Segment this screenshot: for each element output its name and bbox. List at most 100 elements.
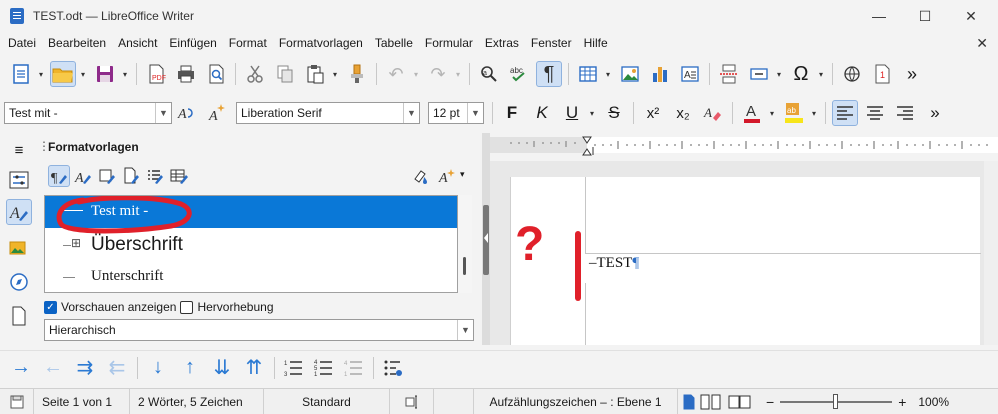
subscript-button[interactable]: x₂ [670,100,696,126]
style-filter-select[interactable]: Hierarchisch ▼ [44,319,474,341]
gallery-icon[interactable] [6,235,32,261]
menu-tabelle[interactable]: Tabelle [369,36,419,50]
spelling-icon[interactable]: abc [506,61,532,87]
table-dropdown-icon[interactable]: ▾ [603,61,613,87]
styles-list[interactable]: Test mit - ⊞ Überschrift Unterschrift [44,195,458,293]
new-dropdown-icon[interactable]: ▾ [36,61,46,87]
language-icon[interactable] [390,388,434,414]
list-item[interactable]: ⊞ Überschrift [45,230,457,262]
styles-deck-icon[interactable]: A [6,199,32,225]
sidebar-menu-icon[interactable]: ≡ [6,137,32,163]
chevron-down-icon[interactable]: ▼ [467,103,483,123]
collapse-handle[interactable] [483,205,489,275]
formatting-marks-icon[interactable]: ¶ [536,61,562,87]
special-character-icon[interactable]: Ω [788,61,814,87]
menu-einfuegen[interactable]: Einfügen [163,36,222,50]
zoom-in-button[interactable]: + [898,394,906,410]
save-dropdown-icon[interactable]: ▾ [120,61,130,87]
clone-formatting-icon[interactable] [344,61,370,87]
page-number[interactable]: Seite 1 von 1 [34,388,130,414]
word-count[interactable]: 2 Wörter, 5 Zeichen [130,388,264,414]
style-actions-dropdown-icon[interactable]: ▾ [460,169,465,180]
list-item[interactable]: Unterschrift [45,264,457,292]
underline-button[interactable]: U [559,100,585,126]
insert-image-icon[interactable] [617,61,643,87]
menu-formular[interactable]: Formular [419,36,479,50]
sidebar-splitter[interactable] [482,133,490,345]
navigator-icon[interactable] [6,269,32,295]
strikethrough-button[interactable]: S [601,100,627,126]
styles-list-scrollbar[interactable] [458,195,472,293]
highlight-dropdown-icon[interactable]: ▾ [809,100,819,126]
new-style-icon[interactable]: A [204,100,230,126]
list-styles-icon[interactable] [144,165,166,187]
scrollbar-thumb[interactable] [463,257,466,275]
paste-icon[interactable] [302,61,328,87]
chevron-down-icon[interactable]: ▼ [457,320,473,340]
menu-hilfe[interactable]: Hilfe [578,36,614,50]
highlight-color-icon[interactable]: ab [781,100,807,126]
save-icon[interactable] [92,61,118,87]
insert-unnumbered-entry-icon[interactable]: 13 [281,355,307,381]
multi-page-view-icon[interactable] [700,394,724,410]
close-window-button[interactable]: ✕ [948,0,994,32]
menu-datei[interactable]: Datei [0,36,42,50]
restart-numbering-icon[interactable]: 41 [341,355,367,381]
demote-arrow-icon[interactable]: → [8,355,34,381]
clear-formatting-icon[interactable]: A [700,100,726,126]
document-text-line[interactable]: –TEST¶ [589,255,639,272]
preview-checkbox[interactable]: ✓ [44,300,57,314]
underline-dropdown-icon[interactable]: ▾ [587,100,597,126]
chevron-down-icon[interactable]: ▼ [403,103,419,123]
bold-button[interactable]: F [499,100,525,126]
menu-fenster[interactable]: Fenster [525,36,578,50]
promote-with-subpoints-icon[interactable]: ⇇ [104,355,130,381]
redo-dropdown-icon[interactable]: ▾ [453,61,463,87]
horizontal-ruler[interactable] [490,133,998,161]
zoom-out-button[interactable]: − [766,394,774,410]
font-color-icon[interactable]: A [739,100,765,126]
align-left-icon[interactable] [832,100,858,126]
undo-icon[interactable]: ↶ [383,61,409,87]
page-style[interactable]: Standard [264,388,390,414]
align-right-icon[interactable] [892,100,918,126]
insert-page-break-icon[interactable] [716,61,742,87]
document-page[interactable]: –TEST¶ ? [510,177,981,345]
fill-format-mode-icon[interactable] [410,165,432,187]
insert-table-icon[interactable] [575,61,601,87]
numbering-icon[interactable]: 451 [311,355,337,381]
more-formatting-button[interactable]: » [922,100,948,126]
undo-dropdown-icon[interactable]: ▾ [411,61,421,87]
frame-styles-icon[interactable] [96,165,118,187]
minimize-button[interactable]: — [856,0,902,32]
open-dropdown-icon[interactable]: ▾ [78,61,88,87]
superscript-button[interactable]: x² [640,100,666,126]
move-down-with-subpoints-icon[interactable]: ⇊ [209,355,235,381]
align-center-icon[interactable] [862,100,888,126]
update-style-icon[interactable]: A [174,100,200,126]
demote-with-subpoints-icon[interactable]: ⇉ [72,355,98,381]
close-document-button[interactable]: ✕ [976,35,988,52]
insert-chart-icon[interactable] [647,61,673,87]
page-styles-icon[interactable] [120,165,142,187]
highlight-checkbox[interactable] [180,300,194,314]
move-up-icon[interactable]: ↑ [177,355,203,381]
single-page-view-icon[interactable] [682,394,696,410]
properties-icon[interactable] [6,167,32,193]
menu-ansicht[interactable]: Ansicht [112,36,163,50]
cut-icon[interactable] [242,61,268,87]
more-toolbar-icon[interactable]: » [899,61,925,87]
special-character-dropdown-icon[interactable]: ▾ [816,61,826,87]
table-styles-icon[interactable] [168,165,190,187]
list-level-info[interactable]: Aufzählungszeichen – : Ebene 1 [474,388,678,414]
redo-icon[interactable]: ↷ [425,61,451,87]
font-size-combo[interactable]: 12 pt ▼ [428,102,484,124]
open-folder-icon[interactable] [50,61,76,87]
font-color-dropdown-icon[interactable]: ▾ [767,100,777,126]
zoom-level[interactable]: 100% [918,395,949,409]
maximize-button[interactable]: ☐ [902,0,948,32]
vertical-scrollbar[interactable] [984,161,998,345]
paste-dropdown-icon[interactable]: ▾ [330,61,340,87]
menu-format[interactable]: Format [223,36,273,50]
insert-footnote-icon[interactable]: 1 [869,61,895,87]
